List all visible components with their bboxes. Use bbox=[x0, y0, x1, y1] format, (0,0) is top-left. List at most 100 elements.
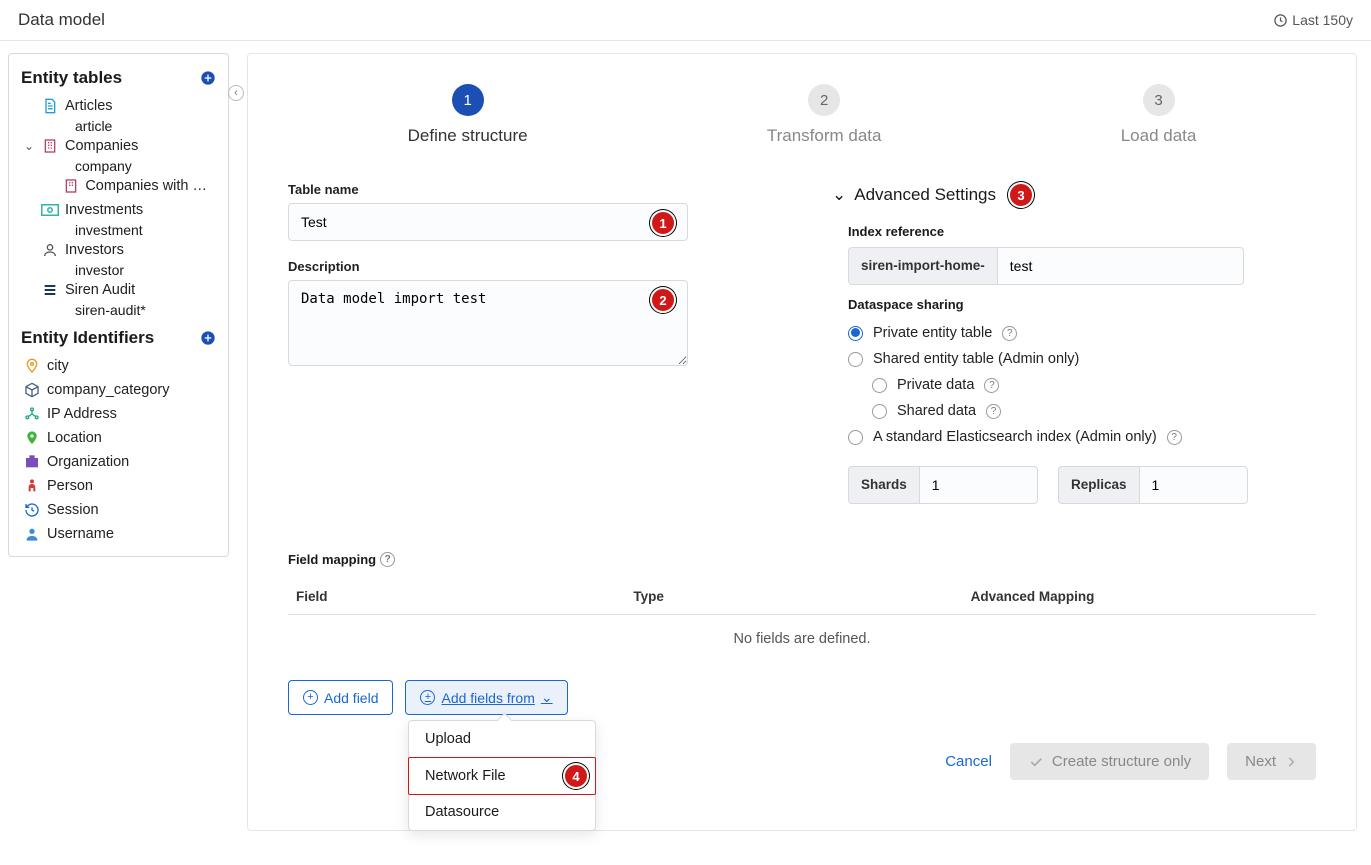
popover-item-datasource[interactable]: Datasource bbox=[409, 794, 595, 830]
radio-private-entity[interactable]: Private entity table ? bbox=[848, 320, 1316, 346]
entity-identifiers-heading: Entity Identifiers bbox=[19, 324, 218, 354]
sidebar-item-sub: article bbox=[75, 118, 218, 134]
radio-private-data[interactable]: Private data ? bbox=[872, 372, 1316, 398]
step-3[interactable]: 3 Load data bbox=[1121, 84, 1197, 146]
time-range[interactable]: Last 150y bbox=[1273, 12, 1353, 28]
sidebar-item-username[interactable]: Username bbox=[19, 522, 218, 546]
stepper: 1 Define structure 2 Transform data 3 Lo… bbox=[288, 84, 1316, 146]
main-panel: 1 Define structure 2 Transform data 3 Lo… bbox=[247, 53, 1357, 831]
button-text: Next bbox=[1245, 753, 1276, 770]
page-title: Data model bbox=[18, 10, 105, 30]
popover-item-upload[interactable]: Upload bbox=[409, 721, 595, 758]
plus-icon: + bbox=[303, 690, 318, 705]
sidebar-item-location[interactable]: Location bbox=[19, 426, 218, 450]
popover-item-network-file[interactable]: Network File 4 bbox=[408, 757, 596, 795]
index-value-input[interactable] bbox=[997, 247, 1244, 285]
step-1[interactable]: 1 Define structure bbox=[408, 84, 528, 146]
chevron-down-icon: ⌄ bbox=[832, 185, 846, 205]
step-label: Load data bbox=[1121, 126, 1197, 146]
shards-label: Shards bbox=[848, 466, 919, 504]
callout-3: 3 bbox=[1008, 182, 1034, 208]
replicas-input[interactable] bbox=[1139, 466, 1248, 504]
shards-input[interactable] bbox=[919, 466, 1038, 504]
radio-icon bbox=[872, 378, 887, 393]
sidebar-item-sub: investor bbox=[75, 262, 218, 278]
radio-es-index[interactable]: A standard Elasticsearch index (Admin on… bbox=[848, 424, 1316, 450]
help-icon[interactable]: ? bbox=[1167, 430, 1182, 445]
callout-2: 2 bbox=[650, 287, 676, 313]
sidebar-item-person[interactable]: Person bbox=[19, 474, 218, 498]
entity-tables-title: Entity tables bbox=[21, 68, 122, 88]
add-fields-from-button[interactable]: + Add fields from ⌄ bbox=[405, 680, 567, 715]
step-label: Define structure bbox=[408, 126, 528, 146]
add-field-button[interactable]: + Add field bbox=[288, 680, 393, 715]
table-name-input[interactable] bbox=[288, 203, 688, 241]
next-button[interactable]: Next bbox=[1227, 743, 1316, 780]
pin-outline-icon bbox=[23, 358, 41, 374]
help-icon[interactable]: ? bbox=[1002, 326, 1017, 341]
sidebar-item-ip[interactable]: IP Address bbox=[19, 402, 218, 426]
sidebar-item-articles[interactable]: Articles bbox=[37, 94, 218, 118]
add-entity-table-icon[interactable] bbox=[200, 70, 216, 86]
sidebar-item-companies[interactable]: ⌄ Companies bbox=[19, 134, 218, 158]
sidebar-item-city[interactable]: city bbox=[19, 354, 218, 378]
col-type: Type bbox=[633, 589, 970, 604]
help-icon[interactable]: ? bbox=[984, 378, 999, 393]
chevron-right-icon bbox=[1284, 755, 1298, 769]
help-icon[interactable]: ? bbox=[380, 552, 395, 567]
chevron-down-icon: ⌄ bbox=[541, 689, 553, 706]
step-2[interactable]: 2 Transform data bbox=[767, 84, 882, 146]
button-text: Add field bbox=[324, 690, 378, 706]
add-entity-identifier-icon[interactable] bbox=[200, 330, 216, 346]
person-icon bbox=[23, 478, 41, 494]
cancel-button[interactable]: Cancel bbox=[945, 753, 992, 770]
sidebar-item-investments[interactable]: Investments bbox=[37, 198, 218, 222]
entity-tables-heading: Entity tables bbox=[19, 64, 218, 94]
collapse-sidebar-icon[interactable]: ‹ bbox=[228, 85, 244, 101]
step-circle: 3 bbox=[1143, 84, 1175, 116]
sidebar-item-session[interactable]: Session bbox=[19, 498, 218, 522]
radio-icon bbox=[848, 326, 863, 341]
description-label: Description bbox=[288, 259, 772, 274]
col-field: Field bbox=[296, 589, 633, 604]
radio-label: Private entity table bbox=[873, 325, 992, 341]
field-mapping-table: Field Type Advanced Mapping No fields ar… bbox=[288, 579, 1316, 664]
sidebar-item-sub: investment bbox=[75, 222, 218, 238]
money-icon bbox=[41, 203, 59, 217]
sidebar-item-sub: company bbox=[75, 158, 218, 174]
callout-4: 4 bbox=[563, 763, 589, 789]
replicas-label: Replicas bbox=[1058, 466, 1139, 504]
plus-icon: + bbox=[420, 690, 435, 705]
advanced-settings-toggle[interactable]: ⌄ Advanced Settings 3 bbox=[832, 182, 1316, 208]
index-ref-label: Index reference bbox=[848, 224, 1316, 239]
radio-shared-data[interactable]: Shared data ? bbox=[872, 398, 1316, 424]
mapping-empty: No fields are defined. bbox=[288, 615, 1316, 664]
radio-label: Shared entity table (Admin only) bbox=[873, 351, 1079, 367]
sidebar-item-investors[interactable]: Investors bbox=[37, 238, 218, 262]
chevron-down-icon[interactable]: ⌄ bbox=[23, 139, 35, 153]
description-input[interactable]: Data model import test bbox=[288, 280, 688, 366]
clock-icon bbox=[1273, 13, 1288, 28]
sidebar-item-organization[interactable]: Organization bbox=[19, 450, 218, 474]
create-structure-only-button[interactable]: Create structure only bbox=[1010, 743, 1209, 780]
radio-shared-entity[interactable]: Shared entity table (Admin only) bbox=[848, 346, 1316, 372]
topbar: Data model Last 150y bbox=[0, 0, 1371, 41]
radio-icon bbox=[848, 430, 863, 445]
step-label: Transform data bbox=[767, 126, 882, 146]
building-icon bbox=[63, 178, 79, 194]
cube-icon bbox=[23, 382, 41, 398]
sidebar-item-siren-audit[interactable]: Siren Audit bbox=[37, 278, 218, 302]
user-icon bbox=[41, 242, 59, 258]
index-prefix: siren-import-home- bbox=[848, 247, 997, 285]
radio-icon bbox=[872, 404, 887, 419]
sidebar-item-company-category[interactable]: company_category bbox=[19, 378, 218, 402]
sidebar-item-companies-child[interactable]: Companies with a d… bbox=[59, 174, 218, 198]
radio-label: A standard Elasticsearch index (Admin on… bbox=[873, 429, 1157, 445]
check-icon bbox=[1028, 754, 1044, 770]
help-icon[interactable]: ? bbox=[986, 404, 1001, 419]
table-name-label: Table name bbox=[288, 182, 772, 197]
entity-identifiers-title: Entity Identifiers bbox=[21, 328, 154, 348]
popover-label: Network File bbox=[425, 768, 506, 784]
radio-label: Shared data bbox=[897, 403, 976, 419]
user-solid-icon bbox=[23, 526, 41, 542]
